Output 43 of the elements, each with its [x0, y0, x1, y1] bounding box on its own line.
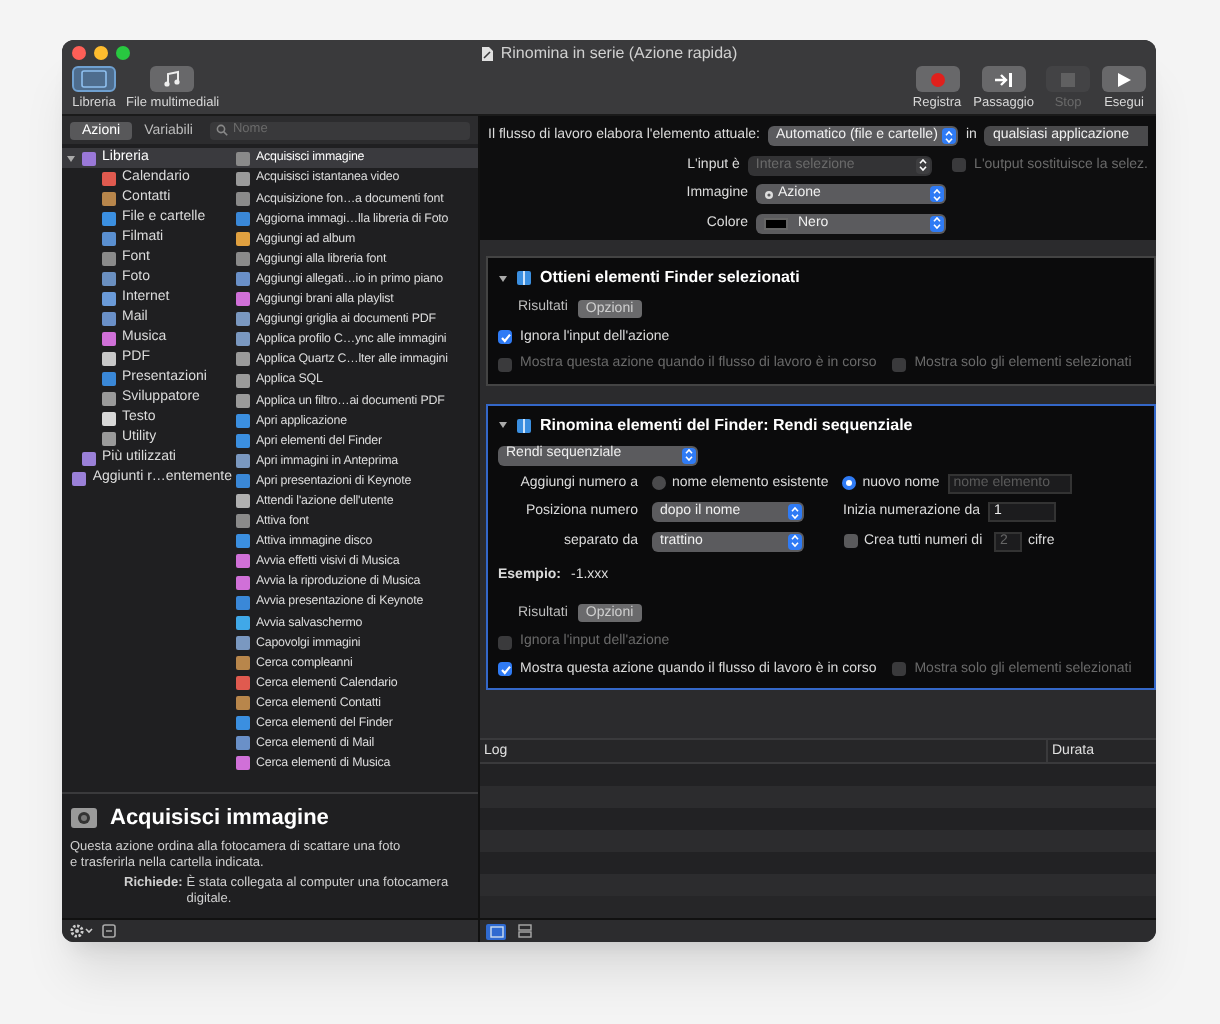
finder-icon: [516, 417, 532, 433]
checkbox[interactable]: [498, 662, 512, 677]
action-title: Rinomina elementi del Finder: Rendi sequenziale: [540, 413, 913, 437]
stepper-icon: [682, 447, 696, 463]
search-icon: [216, 124, 229, 136]
gear-icon: [764, 189, 774, 200]
camera-icon: [70, 806, 98, 831]
stop-icon: [1060, 71, 1076, 88]
radio-button[interactable]: [652, 476, 666, 491]
checkbox[interactable]: [844, 534, 858, 549]
toolbar-button[interactable]: [72, 66, 116, 93]
finder-icon: [516, 270, 532, 286]
stepper-icon: [930, 215, 944, 232]
disclosure-triangle-icon[interactable]: [498, 273, 508, 283]
play-icon: [1116, 71, 1132, 88]
stepper-icon: [941, 128, 956, 145]
step-icon: [993, 71, 1014, 88]
stepper-icon: [788, 504, 802, 521]
record-icon: [929, 71, 946, 88]
toolbar-button[interactable]: [981, 66, 1026, 93]
zoom-button[interactable]: [116, 46, 130, 60]
description-title: Acquisisci immagine: [110, 804, 329, 834]
split-view-button[interactable]: [514, 923, 534, 939]
toolbar-button[interactable]: [1102, 66, 1146, 93]
stepper-icon: [788, 533, 802, 550]
disclosure-triangle-icon[interactable]: [498, 420, 508, 430]
window-title: Rinomina in serie (Azione rapida): [500, 41, 738, 66]
minimize-button[interactable]: [94, 46, 108, 60]
music-note-icon: [162, 70, 183, 89]
view-button[interactable]: [486, 923, 506, 939]
stepper-icon: [930, 186, 944, 203]
panel-icon[interactable]: [102, 924, 116, 938]
radio-button[interactable]: [842, 476, 857, 491]
gear-icon[interactable]: [70, 924, 94, 938]
checkbox[interactable]: [498, 330, 512, 345]
action-title: Ottieni elementi Finder selezionati: [540, 266, 800, 290]
library-icon: [80, 70, 108, 89]
action-card[interactable]: [486, 403, 1156, 690]
stepper-icon: [916, 157, 931, 174]
close-button[interactable]: [72, 46, 86, 60]
disclosure-triangle-icon[interactable]: [66, 153, 76, 163]
toolbar-button[interactable]: [150, 66, 195, 93]
document-icon: [480, 45, 495, 62]
